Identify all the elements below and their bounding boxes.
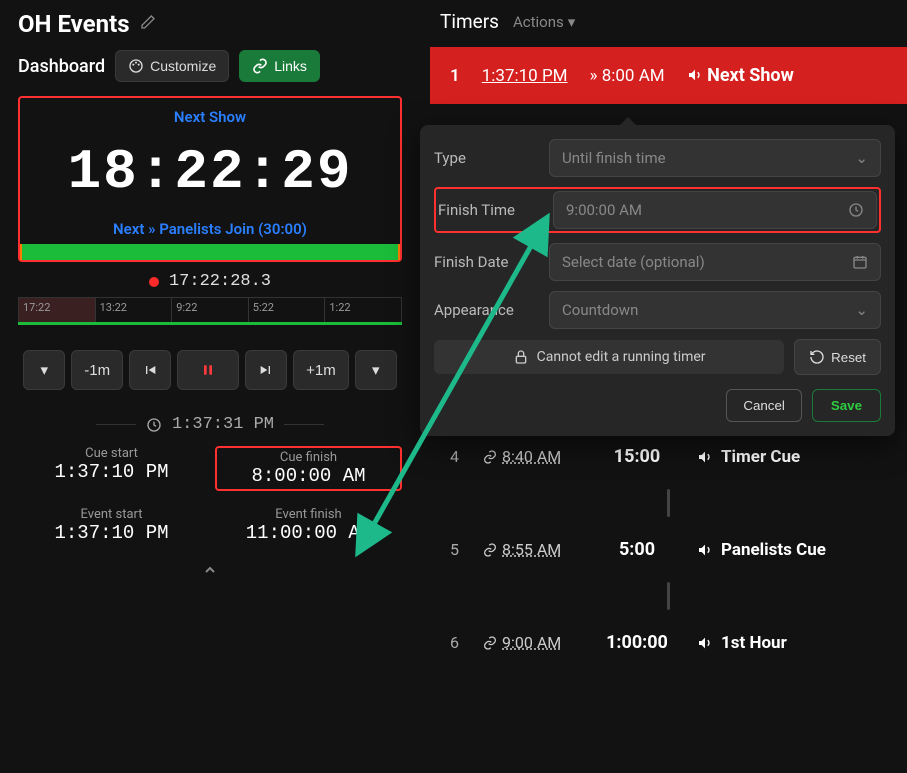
timeline-tick: 17:22 — [18, 298, 96, 322]
timer-finish-time: » 8:00 AM — [590, 66, 665, 86]
speaker-icon — [697, 449, 713, 465]
type-select[interactable]: Until finish time ⌄ — [549, 139, 881, 177]
cancel-button[interactable]: Cancel — [726, 389, 802, 422]
save-button[interactable]: Save — [812, 389, 881, 422]
timer-number: 1 — [450, 66, 460, 86]
timer-row-name: 1st Hour — [697, 633, 787, 653]
timer-row-name: Timer Cue — [697, 447, 800, 467]
countdown-time: 18:22:29 — [30, 144, 390, 200]
timer-row-time[interactable]: 8:40 AM — [482, 447, 577, 466]
link-icon — [482, 542, 498, 558]
timeline[interactable]: 17:22 13:22 9:22 5:22 1:22 — [18, 297, 402, 325]
elapsed-time: 17:22:28.3 — [169, 272, 271, 291]
countdown-label: Next Show — [30, 108, 390, 126]
speaker-icon — [697, 542, 713, 558]
timeline-tick: 9:22 — [172, 298, 249, 322]
timer-row-num: 4 — [450, 447, 462, 466]
timer-name: Next Show — [687, 65, 794, 86]
speaker-icon — [687, 67, 703, 83]
timer-row-name: Panelists Cue — [697, 540, 826, 560]
skip-forward-menu-button[interactable]: ▾ — [355, 350, 397, 390]
timeline-tick: 5:22 — [249, 298, 326, 322]
speaker-icon — [697, 635, 713, 651]
type-label: Type — [434, 149, 549, 167]
minus-1m-button[interactable]: -1m — [71, 350, 123, 390]
timer-row-num: 5 — [450, 540, 462, 559]
finish-time-input[interactable]: 9:00:00 AM — [553, 191, 877, 229]
timer-connector — [430, 489, 907, 517]
link-icon — [482, 449, 498, 465]
timer-row-duration: 15:00 — [597, 446, 677, 467]
calendar-icon — [852, 254, 868, 270]
next-button[interactable] — [245, 350, 287, 390]
timer-start-time[interactable]: 1:37:10 PM — [482, 66, 568, 86]
finish-time-label: Finish Time — [438, 201, 553, 219]
palette-icon — [128, 58, 144, 74]
timeline-tick: 13:22 — [96, 298, 173, 322]
event-start-value: 1:37:10 PM — [18, 522, 205, 544]
current-time: 1:37:31 PM — [172, 415, 274, 434]
timer-row[interactable]: 6 9:00 AM 1:00:00 1st Hour — [430, 610, 907, 675]
links-button[interactable]: Links — [239, 50, 320, 82]
chevron-down-icon: ⌄ — [855, 301, 868, 319]
finish-date-input[interactable]: Select date (optional) — [549, 243, 881, 281]
skip-forward-icon — [258, 362, 274, 378]
cue-start-value: 1:37:10 PM — [18, 461, 205, 483]
event-start-label: Event start — [18, 507, 205, 522]
timeline-tick: 1:22 — [325, 298, 402, 322]
countdown-next[interactable]: Next » Panelists Join (30:00) — [30, 220, 390, 238]
actions-menu[interactable]: Actions ▾ — [513, 13, 575, 31]
cue-finish-label: Cue finish — [221, 450, 396, 465]
plus-1m-button[interactable]: +1m — [293, 350, 349, 390]
reset-button[interactable]: Reset — [794, 339, 881, 375]
appearance-select[interactable]: Countdown ⌄ — [549, 291, 881, 329]
timer-row-time[interactable]: 9:00 AM — [482, 633, 577, 652]
skip-back-menu-button[interactable]: ▾ — [23, 350, 65, 390]
timer-edit-panel: Type Until finish time ⌄ Finish Time 9:0… — [420, 125, 895, 436]
link-icon — [252, 58, 268, 74]
skip-back-icon — [142, 362, 158, 378]
countdown-box: Next Show 18:22:29 Next » Panelists Join… — [18, 96, 402, 262]
timer-connector — [430, 582, 907, 610]
cue-finish-value: 8:00:00 AM — [221, 465, 396, 487]
cue-start-label: Cue start — [18, 446, 205, 461]
customize-button[interactable]: Customize — [115, 50, 229, 82]
finish-date-label: Finish Date — [434, 253, 549, 271]
clock-icon — [146, 417, 162, 433]
clock-icon — [848, 202, 864, 218]
tab-dashboard[interactable]: Dashboard — [18, 56, 105, 77]
timer-row[interactable]: 5 8:55 AM 5:00 Panelists Cue — [430, 517, 907, 582]
pencil-icon[interactable] — [140, 14, 156, 34]
timers-title: Timers — [440, 10, 499, 33]
active-timer-banner[interactable]: 1 1:37:10 PM » 8:00 AM Next Show — [430, 47, 907, 104]
reset-icon — [809, 349, 825, 365]
warning-message: Cannot edit a running timer — [434, 340, 784, 374]
page-title: OH Events — [18, 10, 130, 38]
collapse-button[interactable] — [18, 562, 402, 582]
timer-row-duration: 5:00 — [597, 539, 677, 560]
record-icon — [149, 277, 159, 287]
event-finish-value: 11:00:00 AM — [215, 522, 402, 544]
event-finish-label: Event finish — [215, 507, 402, 522]
timer-row-duration: 1:00:00 — [597, 632, 677, 653]
lock-icon — [513, 349, 529, 365]
link-icon — [482, 635, 498, 651]
progress-bar — [20, 244, 400, 260]
timer-row-time[interactable]: 8:55 AM — [482, 540, 577, 559]
pause-button[interactable] — [177, 350, 239, 390]
chevron-down-icon: ▾ — [568, 13, 576, 31]
chevron-up-icon — [202, 562, 218, 578]
prev-button[interactable] — [129, 350, 171, 390]
appearance-label: Appearance — [434, 301, 549, 319]
timer-row-num: 6 — [450, 633, 462, 652]
pause-icon — [200, 362, 216, 378]
chevron-down-icon: ⌄ — [855, 149, 868, 167]
